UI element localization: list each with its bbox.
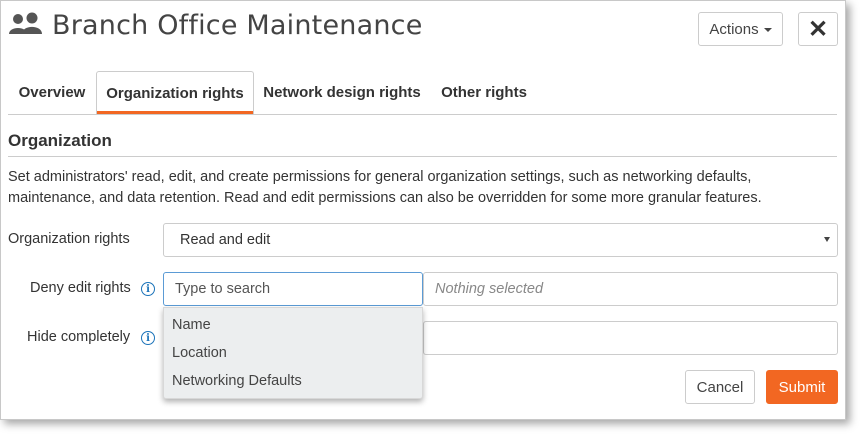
search-placeholder: Type to search — [175, 281, 271, 297]
tab-label: Other rights — [441, 83, 527, 101]
section-divider — [8, 156, 837, 157]
info-icon[interactable]: i — [141, 282, 155, 296]
cancel-label: Cancel — [696, 378, 744, 396]
org-rights-label: Organization rights — [8, 231, 130, 247]
header: Branch Office Maintenance — [8, 7, 423, 43]
actions-button[interactable]: Actions — [698, 12, 783, 46]
hide-completely-selected-list[interactable] — [423, 321, 838, 355]
submit-button[interactable]: Submit — [766, 370, 838, 404]
tab-bar: Overview Organization rights Network des… — [8, 71, 837, 115]
actions-button-label: Actions — [709, 20, 759, 38]
dropdown-option-networking-defaults[interactable]: Networking Defaults — [172, 373, 302, 389]
caret-down-icon — [824, 237, 830, 242]
tab-label: Organization rights — [106, 84, 244, 102]
org-rights-select[interactable]: Read and edit — [163, 223, 838, 257]
cancel-button[interactable]: Cancel — [685, 370, 755, 404]
dropdown-option-name[interactable]: Name — [172, 317, 211, 333]
deny-edit-search-input[interactable]: Type to search — [163, 272, 423, 306]
submit-label: Submit — [778, 378, 826, 396]
tab-label: Overview — [18, 83, 86, 101]
tab-organization-rights[interactable]: Organization rights — [96, 71, 254, 114]
deny-edit-selected-list[interactable]: Nothing selected — [423, 272, 838, 306]
close-button[interactable]: ✕ — [798, 12, 838, 46]
close-icon: ✕ — [807, 15, 829, 43]
tab-label: Network design rights — [263, 83, 421, 101]
users-icon — [8, 12, 44, 38]
page-title: Branch Office Maintenance — [52, 9, 423, 41]
tab-overview[interactable]: Overview — [8, 71, 96, 113]
modal-dialog: Branch Office Maintenance Actions ✕ Over… — [0, 0, 846, 420]
dropdown-option-location[interactable]: Location — [172, 345, 227, 361]
deny-edit-label: Deny edit rights — [30, 280, 131, 296]
nothing-selected-text: Nothing selected — [435, 281, 544, 297]
hide-completely-label: Hide completely — [27, 329, 131, 345]
info-icon[interactable]: i — [141, 331, 155, 345]
caret-down-icon — [763, 28, 772, 32]
tab-network-design-rights[interactable]: Network design rights — [254, 71, 430, 113]
tab-other-rights[interactable]: Other rights — [430, 71, 538, 113]
section-title: Organization — [8, 131, 112, 150]
search-dropdown-menu: Name Location Networking Defaults — [163, 307, 423, 399]
org-rights-value: Read and edit — [180, 232, 271, 248]
section-description: Set administrators' read, edit, and crea… — [8, 169, 762, 206]
